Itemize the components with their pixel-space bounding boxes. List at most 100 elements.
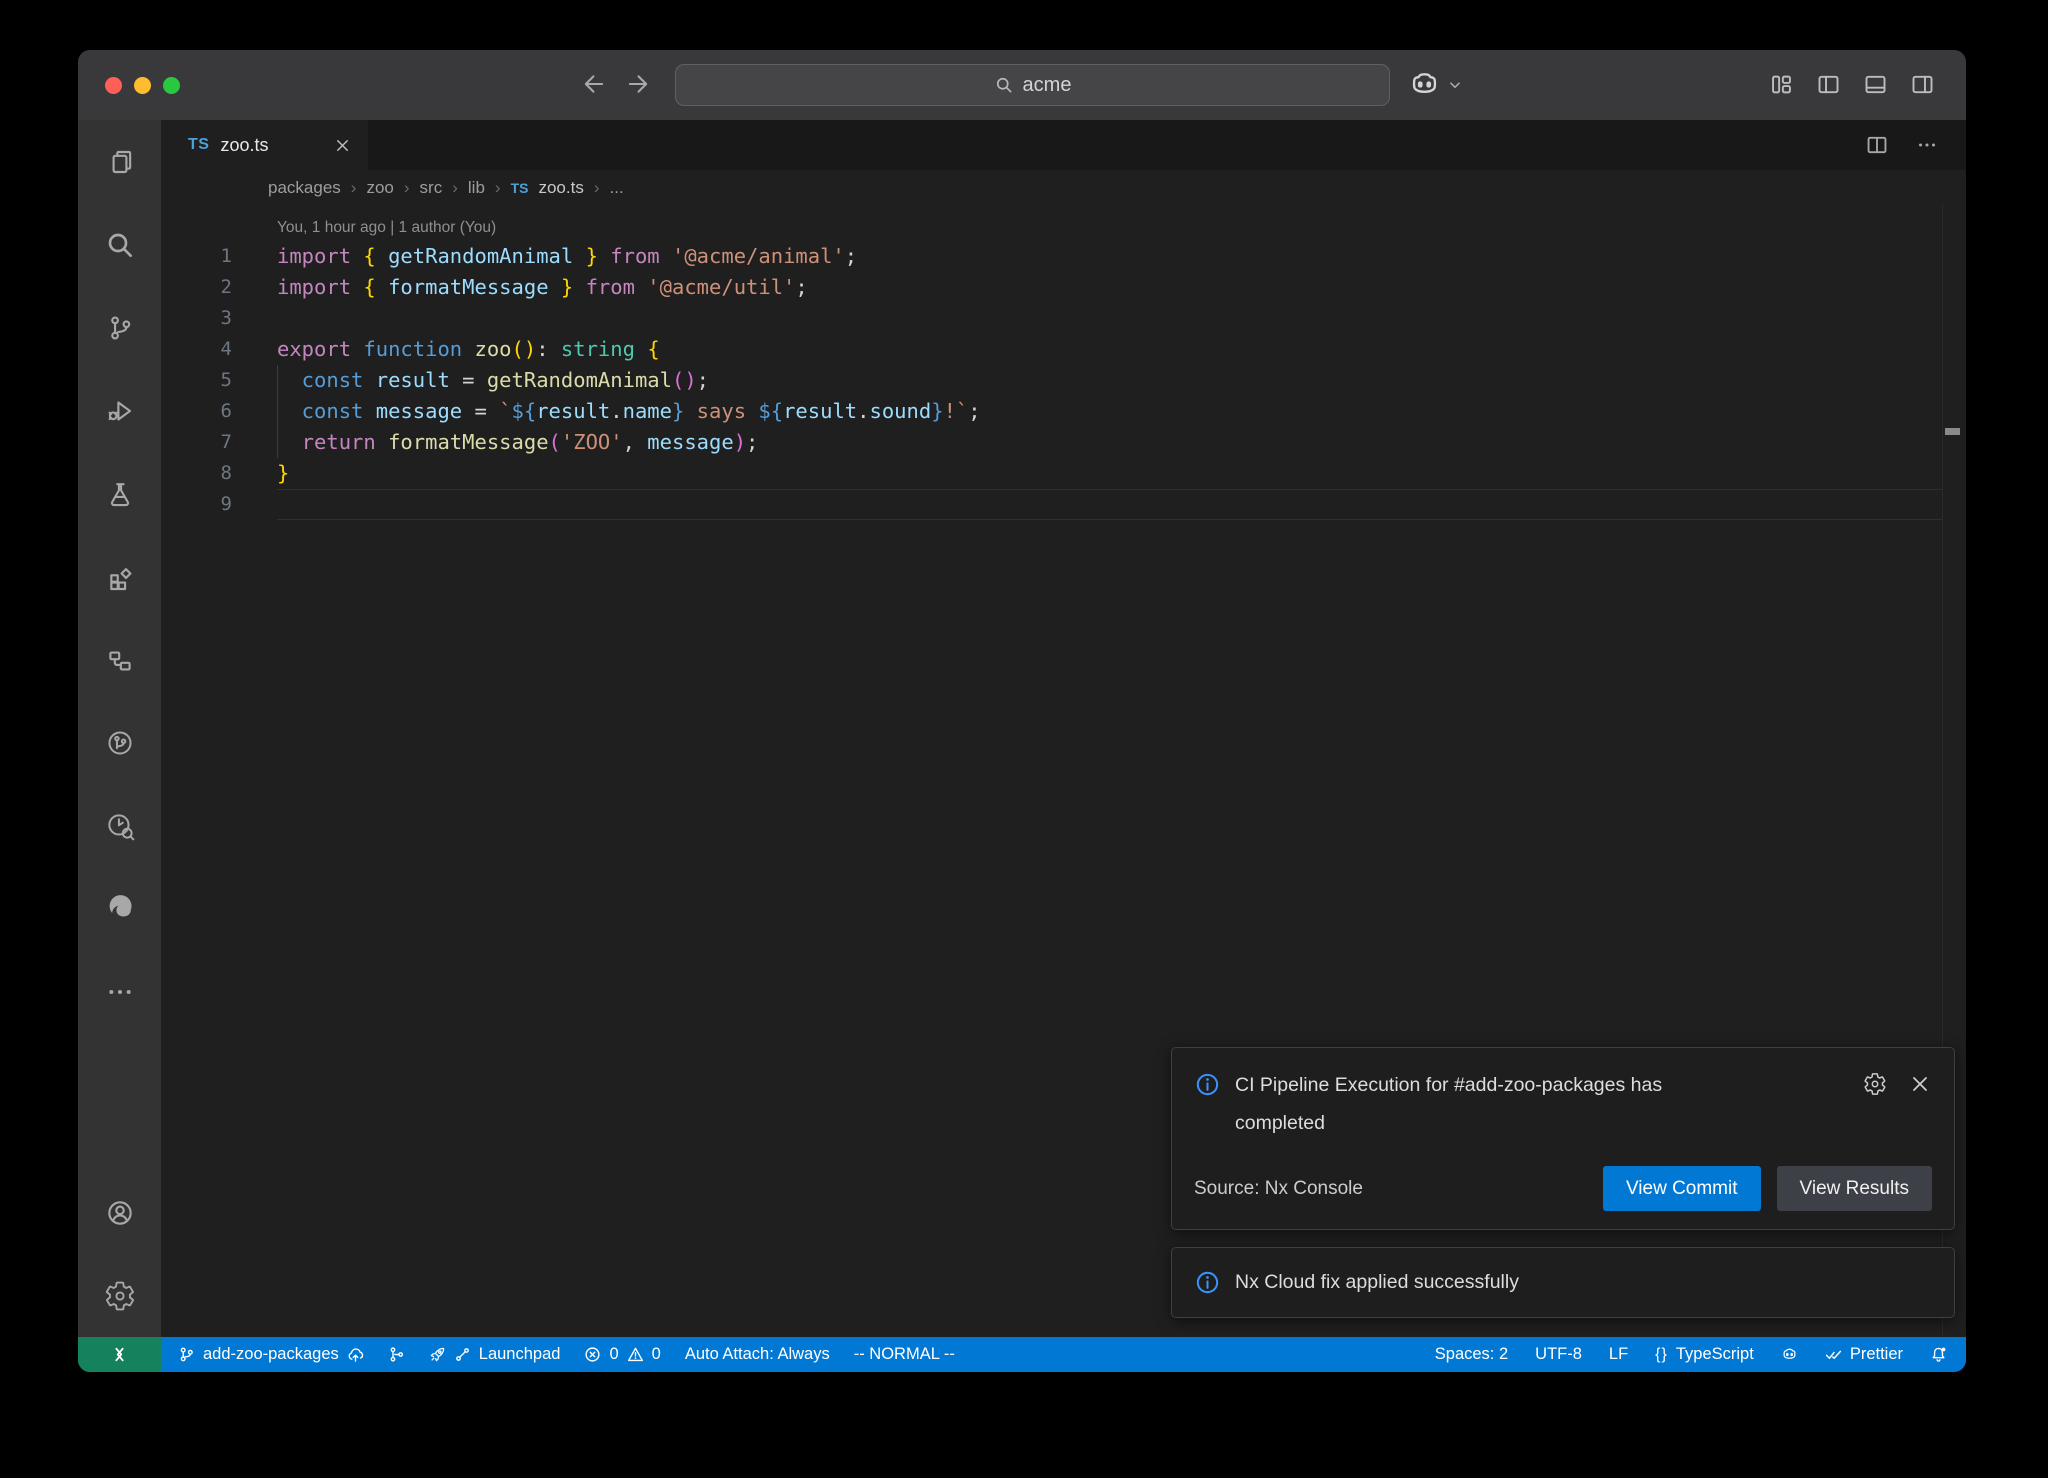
- status-bar-left: add-zoo-packages Launchpad 00 Auto Attach: …: [161, 1345, 955, 1364]
- encoding-status[interactable]: UTF-8: [1535, 1345, 1582, 1364]
- branch-status[interactable]: add-zoo-packages: [178, 1345, 364, 1364]
- problems-status-label: 0: [652, 1345, 661, 1364]
- line-number: 2: [161, 272, 232, 303]
- explorer-icon: [104, 146, 136, 178]
- cloud-upload-icon: [347, 1346, 364, 1363]
- toggle-secondary-sidebar-button[interactable]: [1909, 71, 1936, 98]
- activity-run-and-debug[interactable]: [78, 369, 161, 452]
- status-bar-right: Spaces: 2 UTF-8 LF {}TypeScript Prettier: [1435, 1345, 1966, 1364]
- copilot-status[interactable]: [1781, 1346, 1798, 1363]
- code-line-5[interactable]: 5 const result = getRandomAnimal();: [161, 365, 1966, 396]
- toast-source: Source: Nx Console: [1194, 1178, 1363, 1200]
- split-editor-button[interactable]: [1864, 132, 1890, 158]
- breadcrumb-segment[interactable]: src: [420, 178, 443, 198]
- view-commit-button[interactable]: View Commit: [1603, 1166, 1761, 1211]
- breadcrumb-segment[interactable]: packages: [268, 178, 341, 198]
- launchpad-status-label: Launchpad: [479, 1345, 561, 1364]
- code-text: import { formatMessage } from '@acme/uti…: [277, 272, 808, 303]
- more-actions-button[interactable]: [1914, 132, 1940, 158]
- commit-graph-status[interactable]: [388, 1346, 405, 1363]
- more-icon: [104, 976, 136, 1008]
- tab-zoo-ts[interactable]: TS zoo.ts: [161, 120, 368, 170]
- toggle-primary-sidebar-button[interactable]: [1815, 71, 1842, 98]
- zoom-window-button[interactable]: [163, 77, 180, 94]
- tab-strip: TS zoo.ts: [161, 120, 1966, 170]
- typescript-file-icon: TS: [511, 180, 529, 196]
- activity-accounts[interactable]: [78, 1171, 161, 1254]
- code-line-1[interactable]: 1import { getRandomAnimal } from '@acme/…: [161, 241, 1966, 272]
- breadcrumb-file[interactable]: zoo.ts: [538, 178, 583, 198]
- auto-attach-status[interactable]: Auto Attach: Always: [685, 1345, 830, 1364]
- code-text: return formatMessage('ZOO', message);: [277, 427, 758, 458]
- git-branch-icon: [178, 1346, 195, 1363]
- minimize-window-button[interactable]: [134, 77, 151, 94]
- activity-search[interactable]: [78, 203, 161, 286]
- customize-layout-button[interactable]: [1768, 71, 1795, 98]
- close-window-button[interactable]: [105, 77, 122, 94]
- close-button[interactable]: [1908, 1072, 1932, 1099]
- run-and-debug-icon: [104, 395, 136, 427]
- copilot-menu-button[interactable]: [1408, 68, 1464, 101]
- remote-indicator[interactable]: [78, 1337, 161, 1372]
- breadcrumb-segment[interactable]: zoo: [366, 178, 393, 198]
- eol-status[interactable]: LF: [1609, 1345, 1628, 1364]
- breadcrumb-separator: ›: [404, 178, 410, 198]
- breadcrumb-segment[interactable]: lib: [468, 178, 485, 198]
- arrow-right-icon: [624, 70, 652, 98]
- activity-more[interactable]: [78, 950, 161, 1033]
- toggle-panel-button[interactable]: [1862, 71, 1889, 98]
- code-line-7[interactable]: 7 return formatMessage('ZOO', message);: [161, 427, 1966, 458]
- activity-nx-console[interactable]: [78, 701, 161, 784]
- braces-icon: {}: [1655, 1346, 1668, 1364]
- notifications-bell[interactable]: [1930, 1346, 1947, 1363]
- status-bar: add-zoo-packages Launchpad 00 Auto Attach: …: [78, 1337, 1966, 1372]
- line-number: 6: [161, 396, 232, 427]
- activity-edge-tools[interactable]: [78, 867, 161, 950]
- code-lines: 1import { getRandomAnimal } from '@acme/…: [161, 241, 1966, 520]
- gitlens-codelens[interactable]: You, 1 hour ago | 1 author (You): [277, 214, 496, 241]
- forward-button[interactable]: [623, 70, 653, 100]
- activity-gitlens[interactable]: [78, 784, 161, 867]
- toggle-panel-icon: [1862, 71, 1889, 98]
- breadcrumb-symbol[interactable]: ...: [610, 178, 624, 198]
- language-status[interactable]: {}TypeScript: [1655, 1345, 1754, 1364]
- remote-explorer-icon: [104, 644, 136, 676]
- toast-footer: Source: Nx Console View Commit View Result…: [1194, 1166, 1932, 1211]
- back-button[interactable]: [579, 70, 609, 100]
- indentation-status[interactable]: Spaces: 2: [1435, 1345, 1508, 1364]
- close-icon: [333, 136, 352, 155]
- launchpad-status[interactable]: Launchpad: [429, 1345, 561, 1364]
- bell-dot-icon: [1930, 1346, 1947, 1363]
- code-text: export function zoo(): string {: [277, 334, 660, 365]
- formatter-status[interactable]: Prettier: [1825, 1345, 1903, 1364]
- code-line-2[interactable]: 2 import { formatMessage } from '@acme/ut…: [161, 272, 1966, 303]
- activity-remote-explorer[interactable]: [78, 618, 161, 701]
- gear-button[interactable]: [1863, 1072, 1887, 1099]
- view-results-button[interactable]: View Results: [1777, 1166, 1932, 1211]
- code-line-3[interactable]: 3: [161, 303, 1966, 334]
- activity-settings[interactable]: [78, 1254, 161, 1337]
- command-center-search[interactable]: acme: [675, 64, 1390, 106]
- notification-toast: CI Pipeline Execution for #add-zoo-packa…: [1171, 1047, 1955, 1230]
- activity-bar: [78, 120, 161, 1337]
- auto-attach-status-label: Auto Attach: Always: [685, 1345, 830, 1364]
- remote-icon: [110, 1345, 129, 1364]
- code-line-6[interactable]: 6 const message = `${result.name} says $…: [161, 396, 1966, 427]
- line-number: 8: [161, 458, 232, 489]
- code-line-8[interactable]: 8}: [161, 458, 1966, 489]
- line-number: 3: [161, 303, 232, 334]
- line-number: 1: [161, 241, 232, 272]
- activity-source-control[interactable]: [78, 286, 161, 369]
- activity-testing[interactable]: [78, 452, 161, 535]
- vim-mode-status[interactable]: -- NORMAL --: [854, 1345, 955, 1364]
- error-icon: [584, 1346, 601, 1363]
- toast-header: CI Pipeline Execution for #add-zoo-packa…: [1194, 1066, 1932, 1142]
- warning-icon: [627, 1346, 644, 1363]
- tab-close-button[interactable]: [333, 136, 352, 155]
- close-icon: [1908, 1072, 1932, 1096]
- problems-status[interactable]: 00: [584, 1345, 660, 1364]
- activity-explorer[interactable]: [78, 120, 161, 203]
- toggle-secondary-sidebar-icon: [1909, 71, 1936, 98]
- activity-extensions[interactable]: [78, 535, 161, 618]
- code-line-4[interactable]: 4export function zoo(): string {: [161, 334, 1966, 365]
